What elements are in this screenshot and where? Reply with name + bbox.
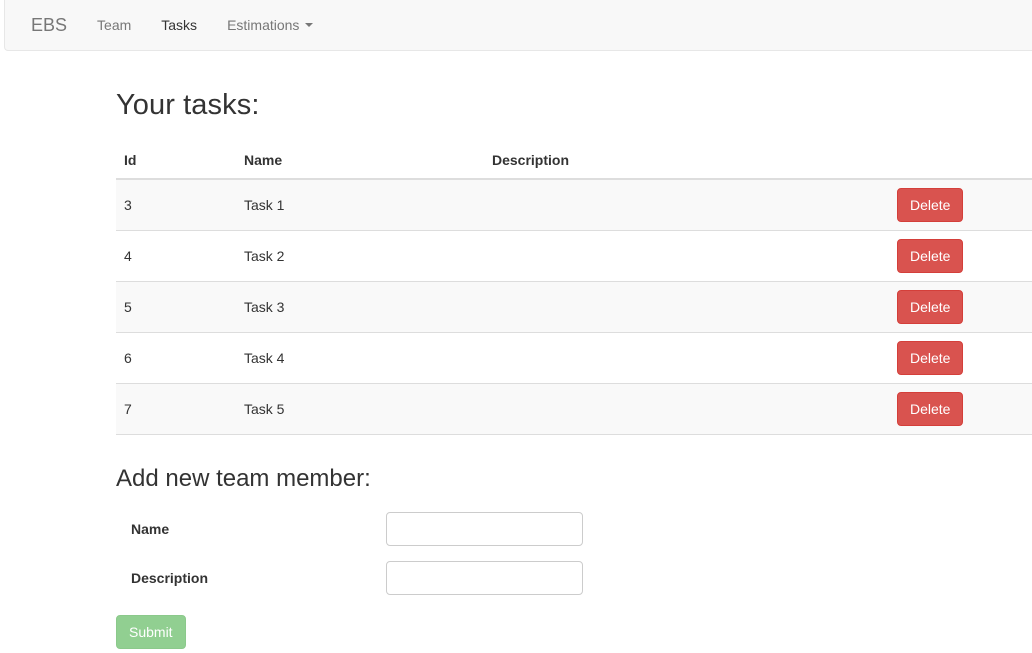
nav-link-estimations[interactable]: Estimations bbox=[212, 0, 328, 50]
description-label: Description bbox=[131, 570, 209, 587]
cell-description bbox=[484, 178, 889, 231]
cell-description bbox=[484, 382, 889, 435]
delete-button[interactable]: Delete bbox=[897, 289, 964, 324]
table-row: 5 Task 3 Delete bbox=[116, 280, 1032, 333]
nav-item-team: Team bbox=[82, 0, 146, 50]
table-row: 4 Task 2 Delete bbox=[116, 229, 1032, 282]
cell-description bbox=[484, 280, 889, 333]
navbar-inner: EBS Team Tasks Estimations bbox=[5, 0, 328, 50]
delete-button[interactable]: Delete bbox=[897, 391, 964, 426]
submit-button[interactable]: Submit bbox=[116, 615, 186, 650]
cell-actions: Delete bbox=[889, 331, 1032, 384]
cell-actions: Delete bbox=[889, 382, 1032, 435]
cell-id: 7 bbox=[116, 382, 236, 435]
nav-link-team[interactable]: Team bbox=[82, 0, 146, 50]
chevron-down-icon bbox=[305, 23, 314, 27]
nav-link-tasks[interactable]: Tasks bbox=[146, 0, 212, 50]
tasks-table-head: Id Name Description bbox=[116, 141, 1032, 180]
cell-name: Task 3 bbox=[236, 280, 484, 333]
cell-actions: Delete bbox=[889, 229, 1032, 282]
table-row: 3 Task 1 Delete bbox=[116, 178, 1032, 231]
cell-id: 6 bbox=[116, 331, 236, 384]
delete-button[interactable]: Delete bbox=[897, 187, 964, 222]
column-header-actions bbox=[889, 141, 1032, 180]
column-header-id: Id bbox=[116, 141, 236, 180]
form-title: Add new team member: bbox=[116, 464, 371, 492]
cell-name: Task 5 bbox=[236, 382, 484, 435]
cell-description bbox=[484, 229, 889, 282]
main-nav: Team Tasks Estimations bbox=[82, 0, 328, 50]
tasks-table: Id Name Description 3 Task 1 Delete 4 Ta… bbox=[116, 141, 1032, 435]
table-header-row: Id Name Description bbox=[116, 141, 1032, 180]
nav-item-estimations: Estimations bbox=[212, 0, 328, 50]
name-label: Name bbox=[131, 521, 170, 538]
name-input[interactable] bbox=[386, 512, 583, 547]
table-row: 7 Task 5 Delete bbox=[116, 382, 1032, 435]
cell-actions: Delete bbox=[889, 178, 1032, 231]
brand-link[interactable]: EBS bbox=[16, 0, 82, 50]
cell-name: Task 4 bbox=[236, 331, 484, 384]
nav-item-tasks: Tasks bbox=[146, 0, 212, 50]
add-team-member-form: Name Description Submit bbox=[116, 512, 1017, 650]
form-group-description: Description bbox=[116, 561, 1017, 596]
cell-description bbox=[484, 331, 889, 384]
nav-link-estimations-label: Estimations bbox=[227, 17, 300, 33]
form-group-name: Name bbox=[116, 512, 1017, 547]
cell-id: 5 bbox=[116, 280, 236, 333]
form-actions: Submit bbox=[116, 615, 1017, 650]
column-header-description: Description bbox=[484, 141, 889, 180]
top-navbar: EBS Team Tasks Estimations bbox=[4, 0, 1032, 51]
cell-id: 4 bbox=[116, 229, 236, 282]
cell-actions: Delete bbox=[889, 280, 1032, 333]
page-title: Your tasks: bbox=[116, 89, 260, 121]
cell-name: Task 2 bbox=[236, 229, 484, 282]
description-input[interactable] bbox=[386, 561, 583, 596]
column-header-name: Name bbox=[236, 141, 484, 180]
delete-button[interactable]: Delete bbox=[897, 340, 964, 375]
tasks-table-body: 3 Task 1 Delete 4 Task 2 Delete 5 Task 3 bbox=[116, 178, 1032, 435]
cell-id: 3 bbox=[116, 178, 236, 231]
cell-name: Task 1 bbox=[236, 178, 484, 231]
delete-button[interactable]: Delete bbox=[897, 238, 964, 273]
table-row: 6 Task 4 Delete bbox=[116, 331, 1032, 384]
page-container: Your tasks: Id Name Description 3 Task 1… bbox=[0, 89, 1032, 650]
